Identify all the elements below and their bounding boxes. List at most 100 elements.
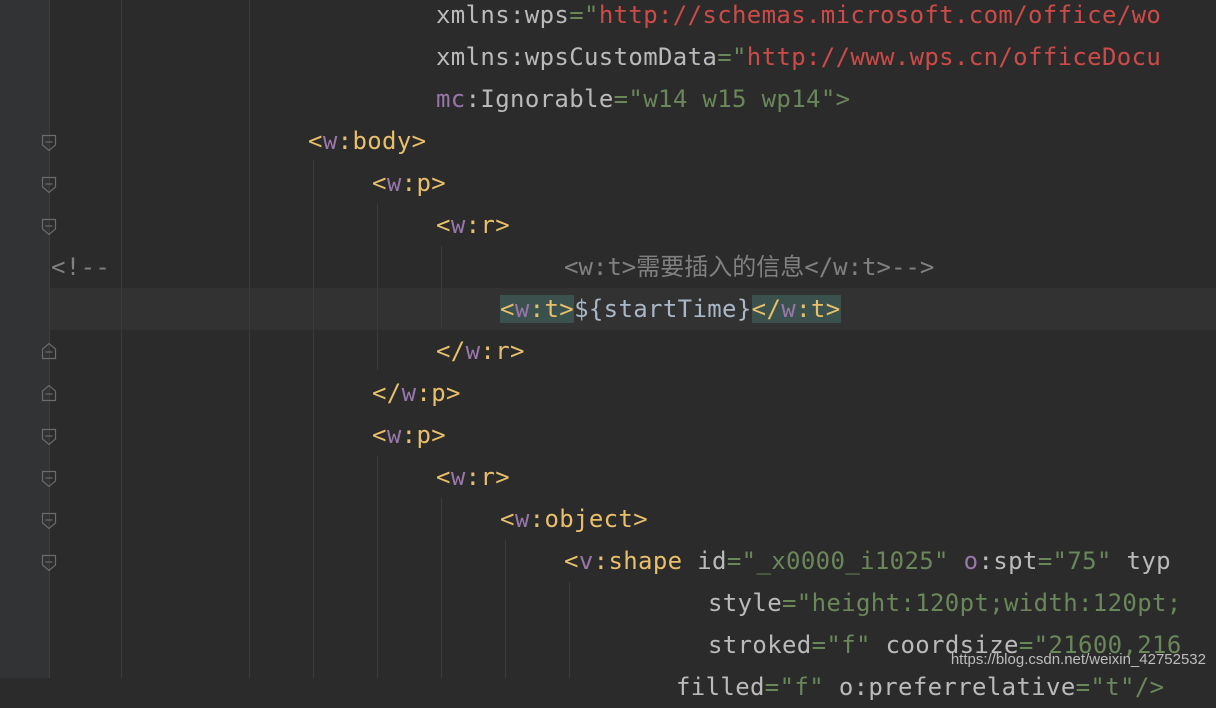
- attribute-quote: ": [856, 631, 886, 659]
- attribute-name: style: [708, 589, 782, 617]
- tag-bracket: >: [510, 337, 525, 365]
- code-line[interactable]: <w:body>: [308, 120, 426, 162]
- code-line[interactable]: style="height:120pt;width:120pt;: [708, 582, 1182, 624]
- fold-collapse-icon[interactable]: [41, 134, 57, 152]
- code-line[interactable]: <w:p>: [372, 162, 446, 204]
- colon: :: [465, 463, 481, 491]
- code-line[interactable]: <!--: [51, 246, 143, 288]
- code-line[interactable]: <w:object>: [500, 498, 648, 540]
- tag-name: object: [544, 505, 634, 533]
- attribute-name: xmlns:wpsCustomData: [436, 43, 718, 71]
- tag-bracket: >: [559, 295, 575, 323]
- code-line[interactable]: <w:r>: [436, 456, 510, 498]
- fold-collapse-icon[interactable]: [41, 218, 57, 236]
- attribute-value: t: [1105, 673, 1121, 701]
- colon: :: [337, 127, 353, 155]
- fold-collapse-icon[interactable]: [41, 470, 57, 488]
- attribute-name: o:preferrelative: [838, 673, 1076, 701]
- attribute-name: id: [682, 547, 727, 575]
- tag-name: r: [480, 463, 496, 491]
- code-line[interactable]: xmlns:wpsCustomData="http://www.wps.cn/o…: [436, 36, 1161, 78]
- tag-name: p: [416, 169, 432, 197]
- tag-bracket: >: [495, 211, 511, 239]
- attribute-value: f: [841, 631, 857, 659]
- indent-guide: [121, 0, 122, 678]
- tag-bracket: <: [436, 463, 451, 491]
- namespace-prefix: w: [450, 463, 466, 491]
- attribute-value: 75: [1067, 547, 1097, 575]
- attribute-equals: =": [726, 547, 757, 575]
- indent-guide: [569, 582, 570, 678]
- fold-collapse-icon[interactable]: [41, 512, 57, 530]
- editor-gutter[interactable]: [0, 0, 49, 678]
- indent-guide: [377, 456, 378, 678]
- indent-guide: [313, 160, 314, 678]
- code-line[interactable]: <w:r>: [436, 204, 510, 246]
- colon: :: [529, 295, 545, 323]
- tag-bracket: >: [446, 379, 461, 407]
- namespace-prefix: o: [963, 547, 979, 575]
- colon: :: [401, 169, 417, 197]
- tag-bracket: >: [431, 421, 447, 449]
- attribute-value: height:120pt;width:120pt;: [811, 589, 1182, 617]
- fold-end-icon[interactable]: [41, 342, 57, 360]
- colon: :: [465, 85, 481, 113]
- fold-end-icon[interactable]: [41, 384, 57, 402]
- colon: :: [480, 337, 496, 365]
- code-line[interactable]: xmlns:wps="http://schemas.microsoft.com/…: [436, 0, 1161, 36]
- tag-bracket: </: [751, 295, 782, 323]
- tag-bracket: <: [372, 421, 387, 449]
- code-line-current[interactable]: <w:t>${startTime}</w:t>: [500, 288, 841, 330]
- indent-guide: [505, 540, 506, 678]
- attribute-equals: =": [1037, 547, 1068, 575]
- colon: :: [465, 211, 481, 239]
- attribute-quote: ": [809, 673, 839, 701]
- gutter-divider: [49, 0, 50, 678]
- namespace-prefix: w: [401, 379, 417, 407]
- comment-start: <!--: [51, 253, 111, 281]
- tag-name: r: [480, 211, 496, 239]
- template-placeholder: ${startTime}: [574, 295, 752, 323]
- namespace-prefix: w: [386, 421, 402, 449]
- code-line[interactable]: </w:p>: [372, 372, 461, 414]
- attribute-name: filled: [676, 673, 765, 701]
- fold-collapse-icon[interactable]: [41, 176, 57, 194]
- code-line[interactable]: <v:shape id="_x0000_i1025" o:spt="75" ty…: [564, 540, 1171, 582]
- attribute-name: spt: [993, 547, 1038, 575]
- tag-bracket: >: [495, 463, 511, 491]
- attribute-value: f: [794, 673, 810, 701]
- attribute-equals: =": [764, 673, 795, 701]
- attribute-name: stroked: [708, 631, 812, 659]
- attribute-quote: ": [1096, 547, 1127, 575]
- fold-collapse-icon[interactable]: [41, 554, 57, 572]
- colon: :: [529, 505, 545, 533]
- colon: :: [978, 547, 994, 575]
- attribute-equals: =": [1075, 673, 1106, 701]
- colon: :: [796, 295, 811, 323]
- namespace-prefix: v: [578, 547, 594, 575]
- namespace-prefix: w: [514, 505, 530, 533]
- attribute-quote: "/>: [1120, 673, 1165, 701]
- tag-name: p: [416, 421, 432, 449]
- namespace-prefix: mc: [436, 85, 466, 113]
- code-line[interactable]: filled="f" o:preferrelative="t"/>: [676, 666, 1164, 708]
- indent-guide: [249, 0, 250, 678]
- colon: :: [401, 421, 417, 449]
- indent-guide: [441, 498, 442, 678]
- tag-bracket: >: [411, 127, 427, 155]
- tag-name: body: [352, 127, 412, 155]
- attribute-value: w14 w15 wp14: [643, 85, 821, 113]
- code-line[interactable]: </w:r>: [436, 330, 525, 372]
- tag-bracket: <: [372, 169, 387, 197]
- fold-collapse-icon[interactable]: [41, 428, 57, 446]
- code-line[interactable]: <w:p>: [372, 414, 446, 456]
- watermark: https://blog.csdn.net/weixin_42752532: [950, 651, 1206, 668]
- attribute-name: xmlns:wps: [436, 1, 570, 29]
- namespace-prefix: w: [322, 127, 338, 155]
- attribute-quote: ": [934, 547, 964, 575]
- namespace-prefix: w: [465, 337, 481, 365]
- attribute-equals: =": [811, 631, 842, 659]
- code-line[interactable]: <w:t>需要插入的信息</w:t>-->: [564, 246, 934, 288]
- code-line[interactable]: mc:Ignorable="w14 w15 wp14">: [436, 78, 850, 120]
- tag-name: shape: [608, 547, 683, 575]
